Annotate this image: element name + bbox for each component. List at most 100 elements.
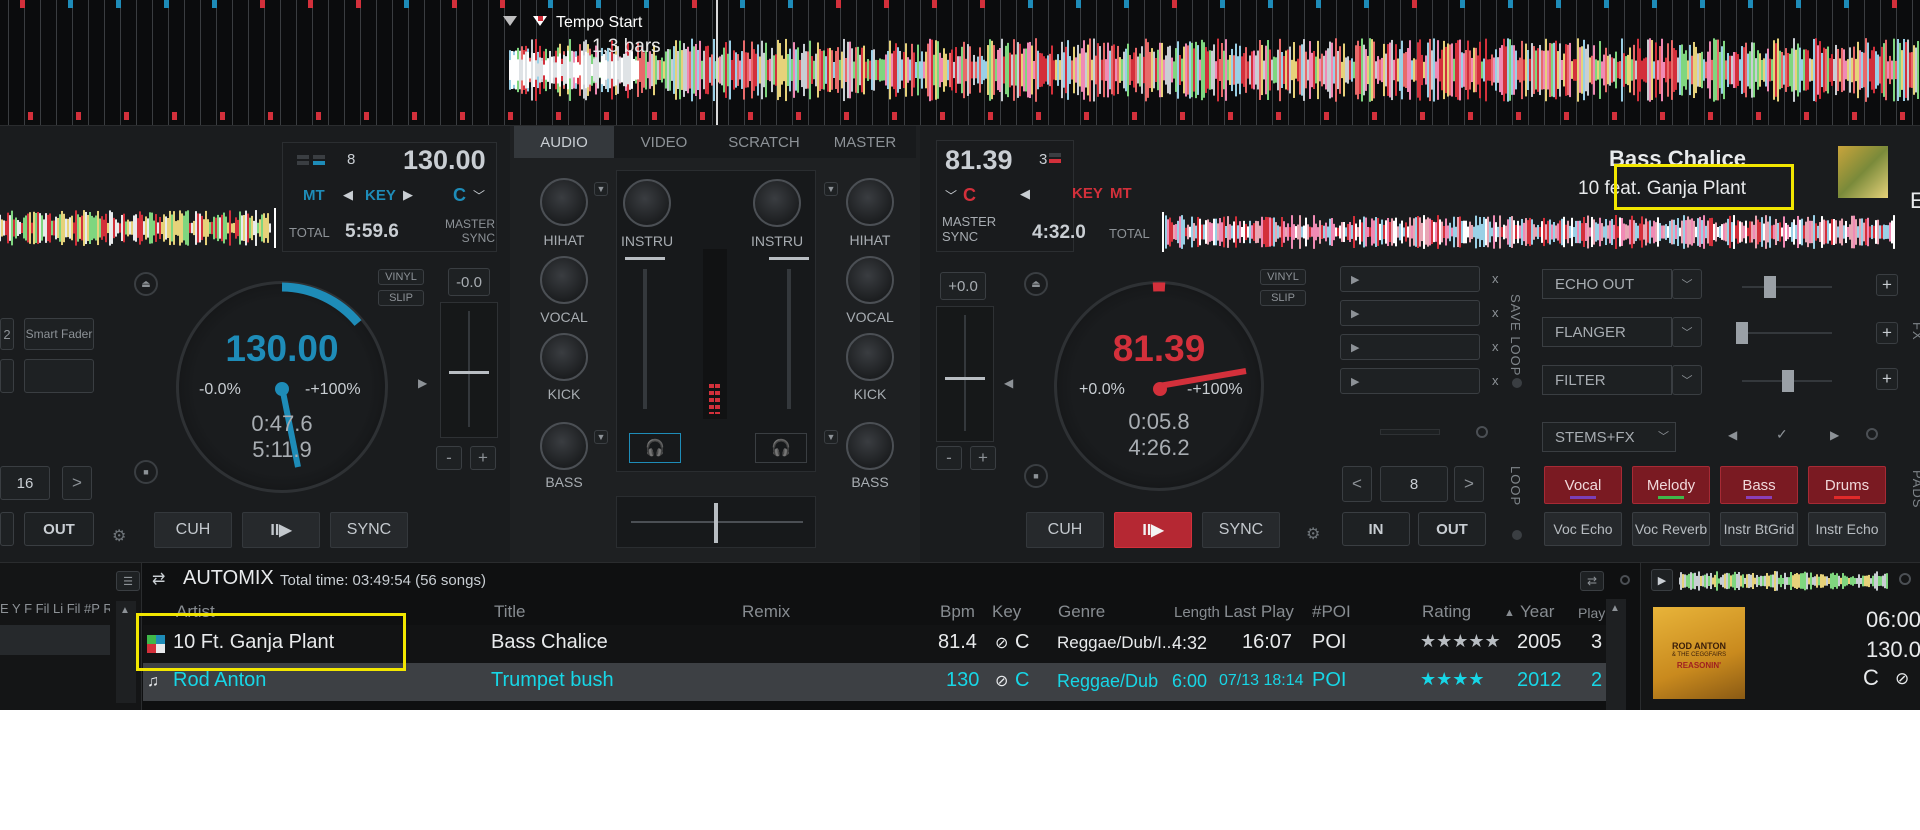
left-instru-knob[interactable]: [623, 179, 671, 227]
left-deck-jog-wheel[interactable]: 130.00 -0.0% -+100% 0:47.6 5:11.9: [176, 281, 388, 493]
loop-slider[interactable]: [1380, 429, 1440, 435]
left-deck-slot-b[interactable]: [24, 359, 94, 393]
left-deck-loop-next[interactable]: >: [62, 466, 92, 500]
fx-2-slider[interactable]: [1742, 332, 1832, 334]
col-bpm[interactable]: Bpm: [940, 602, 975, 622]
right-volume-handle[interactable]: [769, 257, 809, 260]
left-kick-knob[interactable]: [540, 333, 588, 381]
side-panel-row-2[interactable]: [0, 663, 110, 693]
pads-next-icon[interactable]: ▶: [1830, 428, 1839, 442]
left-hihat-knob[interactable]: [540, 178, 588, 226]
saved-loop-slot-3[interactable]: ▶: [1340, 334, 1480, 360]
left-deck-stop-icon[interactable]: ■: [134, 460, 158, 484]
right-deck-pitch-fader[interactable]: [936, 306, 994, 442]
left-deck-out-button[interactable]: OUT: [24, 512, 94, 546]
stems-fx-chevron-icon[interactable]: ﹀: [1658, 428, 1669, 444]
browser-scrollbar[interactable]: ▲: [1606, 599, 1626, 710]
left-bass-knob[interactable]: [540, 422, 588, 470]
left-deck-slot-a[interactable]: [0, 359, 14, 393]
left-deck-pitch-plus[interactable]: +: [470, 446, 496, 470]
right-deck-stop-icon[interactable]: ■: [1024, 464, 1048, 488]
right-deck-master-sync[interactable]: MASTER SYNC: [942, 214, 1002, 244]
fx-slot-1-chevron-icon[interactable]: ﹀: [1672, 269, 1702, 299]
left-eq-menu-icon[interactable]: ▼: [594, 182, 608, 196]
crossfader[interactable]: [616, 496, 816, 548]
right-bass-menu-icon[interactable]: ▼: [824, 430, 838, 444]
tab-master[interactable]: MASTER: [814, 126, 916, 158]
right-deck-eject-icon[interactable]: ⏏: [1024, 272, 1048, 296]
right-deck-play-button[interactable]: II▶: [1114, 512, 1192, 548]
fx-slot-1[interactable]: ECHO OUT: [1542, 269, 1672, 299]
left-deck-sync-button[interactable]: SYNC: [330, 512, 408, 548]
fx-slot-2-chevron-icon[interactable]: ﹀: [1672, 317, 1702, 347]
saved-loop-3-remove[interactable]: x: [1492, 339, 1499, 354]
saved-loop-slot-2[interactable]: ▶: [1340, 300, 1480, 326]
fx-slot-3-chevron-icon[interactable]: ﹀: [1672, 365, 1702, 395]
right-kick-knob[interactable]: [846, 333, 894, 381]
col-poi[interactable]: #POI: [1312, 602, 1351, 622]
col-length[interactable]: Length: [1174, 604, 1220, 621]
col-key[interactable]: Key: [992, 602, 1021, 622]
stems-fx-select[interactable]: STEMS+FX: [1542, 422, 1676, 452]
row-1-rating[interactable]: ★★★★★: [1420, 631, 1501, 652]
smart-fader-button[interactable]: Smart Fader: [24, 318, 94, 350]
pads-prev-icon[interactable]: ◀: [1728, 428, 1737, 442]
col-genre[interactable]: Genre: [1058, 602, 1105, 622]
left-vocal-knob[interactable]: [540, 256, 588, 304]
left-deck-key-menu-chevron-icon[interactable]: ﹀: [473, 187, 485, 204]
col-last-play[interactable]: Last Play: [1224, 602, 1294, 622]
fx-1-add[interactable]: +: [1876, 274, 1898, 296]
right-deck-mt[interactable]: MT: [1110, 185, 1132, 202]
pad-instr-btgrid[interactable]: Instr BtGrid: [1720, 512, 1798, 546]
overview-waveform[interactable]: Tempo Start 1.3 bars: [0, 0, 1920, 126]
left-deck-pitch-handle[interactable]: [449, 371, 489, 374]
crossfader-handle[interactable]: [714, 503, 718, 543]
side-panel-row-1[interactable]: [0, 625, 110, 655]
left-deck-in-partial[interactable]: [0, 512, 14, 546]
col-sort-icon[interactable]: ▲: [1504, 607, 1515, 619]
col-remix[interactable]: Remix: [742, 602, 790, 622]
right-deck-slip-button[interactable]: SLIP: [1260, 290, 1306, 306]
right-deck-loop-next[interactable]: >: [1454, 466, 1484, 502]
saved-loop-slot-4[interactable]: ▶: [1340, 368, 1480, 394]
pads-check-icon[interactable]: ✓: [1776, 426, 1788, 443]
right-headphone-icon[interactable]: 🎧: [755, 433, 807, 463]
saved-loop-4-remove[interactable]: x: [1492, 373, 1499, 388]
left-deck-pitch-minus[interactable]: -: [436, 446, 462, 470]
automix-shuffle-icon[interactable]: ⇄: [152, 569, 165, 589]
right-eq-menu-icon[interactable]: ▼: [824, 182, 838, 196]
right-deck-sync-button[interactable]: SYNC: [1202, 512, 1280, 548]
right-deck-key-menu-chevron-icon[interactable]: ﹀: [945, 187, 957, 204]
tab-video[interactable]: VIDEO: [614, 126, 714, 158]
left-deck-master-sync[interactable]: MASTER SYNC: [433, 217, 495, 245]
right-vocal-knob[interactable]: [846, 256, 894, 304]
right-instru-knob[interactable]: [753, 179, 801, 227]
tab-scratch[interactable]: SCRATCH: [714, 126, 814, 158]
right-deck-pitch-plus[interactable]: +: [970, 446, 996, 470]
right-deck-pitch-arrow-icon[interactable]: ◀: [1004, 376, 1013, 390]
preview-play-icon[interactable]: ▶: [1651, 569, 1673, 591]
right-deck-in-button[interactable]: IN: [1342, 512, 1410, 546]
left-headphone-icon[interactable]: 🎧: [629, 433, 681, 463]
right-deck-pitch-handle[interactable]: [945, 377, 985, 380]
col-title[interactable]: Title: [494, 602, 526, 622]
fx-2-add[interactable]: +: [1876, 322, 1898, 344]
pad-instr-echo[interactable]: Instr Echo: [1808, 512, 1886, 546]
left-deck-key-up-icon[interactable]: ▶: [403, 187, 413, 203]
right-deck-jog-wheel[interactable]: 81.39 +0.0% -+100% 0:05.8 4:26.2: [1054, 281, 1264, 491]
right-deck-settings-gear-icon[interactable]: ⚙: [1306, 524, 1320, 544]
saved-loop-1-remove[interactable]: x: [1492, 271, 1499, 286]
fx-2-slider-handle[interactable]: [1736, 322, 1748, 344]
saved-loop-2-remove[interactable]: x: [1492, 305, 1499, 320]
left-deck-key-down-icon[interactable]: ◀: [343, 187, 353, 203]
fx-3-add[interactable]: +: [1876, 368, 1898, 390]
left-deck-eject-icon[interactable]: ⏏: [134, 272, 158, 296]
left-deck-pitch-fader[interactable]: [440, 302, 498, 438]
fx-slot-2[interactable]: FLANGER: [1542, 317, 1672, 347]
fx-3-slider-handle[interactable]: [1782, 370, 1794, 392]
side-panel-list-icon[interactable]: ☰: [116, 571, 140, 591]
right-deck-key-value[interactable]: C: [963, 185, 976, 206]
fx-slot-3[interactable]: FILTER: [1542, 365, 1672, 395]
right-deck-vinyl-button[interactable]: VINYL: [1260, 269, 1306, 285]
col-rating[interactable]: Rating: [1422, 602, 1471, 622]
